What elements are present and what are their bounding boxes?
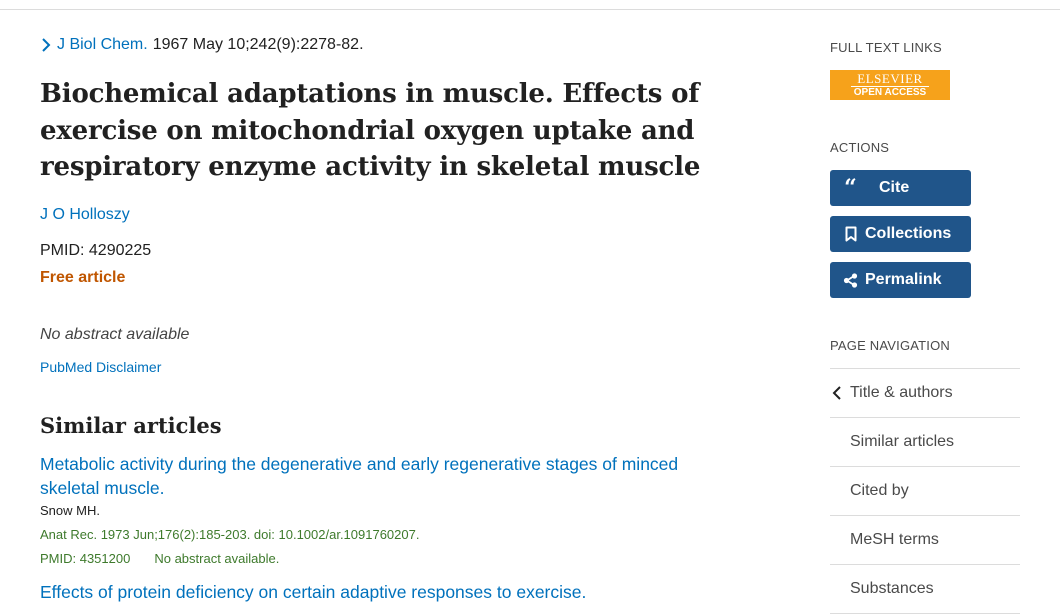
chevron-right-icon[interactable] bbox=[40, 37, 52, 53]
page-nav-mesh-terms[interactable]: MeSH terms bbox=[830, 516, 1020, 565]
actions-heading: ACTIONS bbox=[830, 140, 890, 155]
elsevier-open-access-link[interactable]: ELSEVIER OPEN ACCESS bbox=[830, 70, 950, 100]
page-nav-label: Substances bbox=[850, 580, 934, 597]
no-abstract-note: No abstract available bbox=[40, 326, 190, 343]
full-text-links-heading: FULL TEXT LINKS bbox=[830, 40, 942, 55]
page-nav-similar-articles[interactable]: Similar articles bbox=[830, 418, 1020, 467]
share-icon bbox=[842, 272, 859, 289]
page-nav-substances[interactable]: Substances bbox=[830, 565, 1020, 614]
citation-text: 1967 May 10;242(9):2278-82. bbox=[152, 36, 364, 53]
journal-citation-line: J Biol Chem. 1967 May 10;242(9):2278-82. bbox=[40, 36, 364, 54]
author-link[interactable]: J O Holloszy bbox=[40, 206, 130, 224]
page-navigation-list: Title & authors Similar articles Cited b… bbox=[830, 368, 1020, 614]
similar-articles-heading: Similar articles bbox=[40, 413, 222, 438]
page-nav-label: MeSH terms bbox=[850, 531, 939, 548]
page-navigation-heading: PAGE NAVIGATION bbox=[830, 338, 951, 353]
header-divider bbox=[0, 9, 1060, 10]
permalink-button-label: Permalink bbox=[865, 271, 942, 288]
elsevier-logo-text: ELSEVIER bbox=[851, 71, 929, 87]
page-nav-cited-by[interactable]: Cited by bbox=[830, 467, 1020, 516]
page-nav-label: Title & authors bbox=[850, 384, 953, 401]
similar-article-title[interactable]: Metabolic activity during the degenerati… bbox=[40, 452, 740, 500]
similar-article-note: No abstract available. bbox=[154, 551, 280, 566]
permalink-button[interactable]: Permalink bbox=[830, 262, 971, 298]
bookmark-icon bbox=[842, 226, 859, 243]
cite-button-label: Cite bbox=[879, 179, 910, 196]
cite-button[interactable]: “ Cite bbox=[830, 170, 971, 206]
similar-article-meta: PMID: 4351200 No abstract available. bbox=[40, 551, 279, 566]
page-nav-label: Similar articles bbox=[850, 433, 955, 450]
free-article-badge: Free article bbox=[40, 269, 126, 286]
collections-button[interactable]: Collections bbox=[830, 216, 971, 252]
article-title: Biochemical adaptations in muscle. Effec… bbox=[40, 79, 701, 182]
chevron-left-icon bbox=[832, 386, 841, 400]
similar-article-authors: Snow MH. bbox=[40, 503, 100, 518]
journal-link[interactable]: J Biol Chem. bbox=[57, 36, 148, 54]
page-nav-label: Cited by bbox=[850, 482, 909, 499]
pubmed-disclaimer-link[interactable]: PubMed Disclaimer bbox=[40, 359, 161, 375]
collections-button-label: Collections bbox=[865, 225, 952, 242]
open-access-label: OPEN ACCESS bbox=[853, 86, 927, 98]
pmid: PMID: 4290225 bbox=[40, 242, 152, 259]
page-nav-title-authors[interactable]: Title & authors bbox=[830, 369, 1020, 418]
quote-icon: “ bbox=[844, 174, 857, 201]
similar-article-citation: Anat Rec. 1973 Jun;176(2):185-203. doi: … bbox=[40, 527, 420, 542]
similar-article-pmid: PMID: 4351200 bbox=[40, 551, 131, 566]
